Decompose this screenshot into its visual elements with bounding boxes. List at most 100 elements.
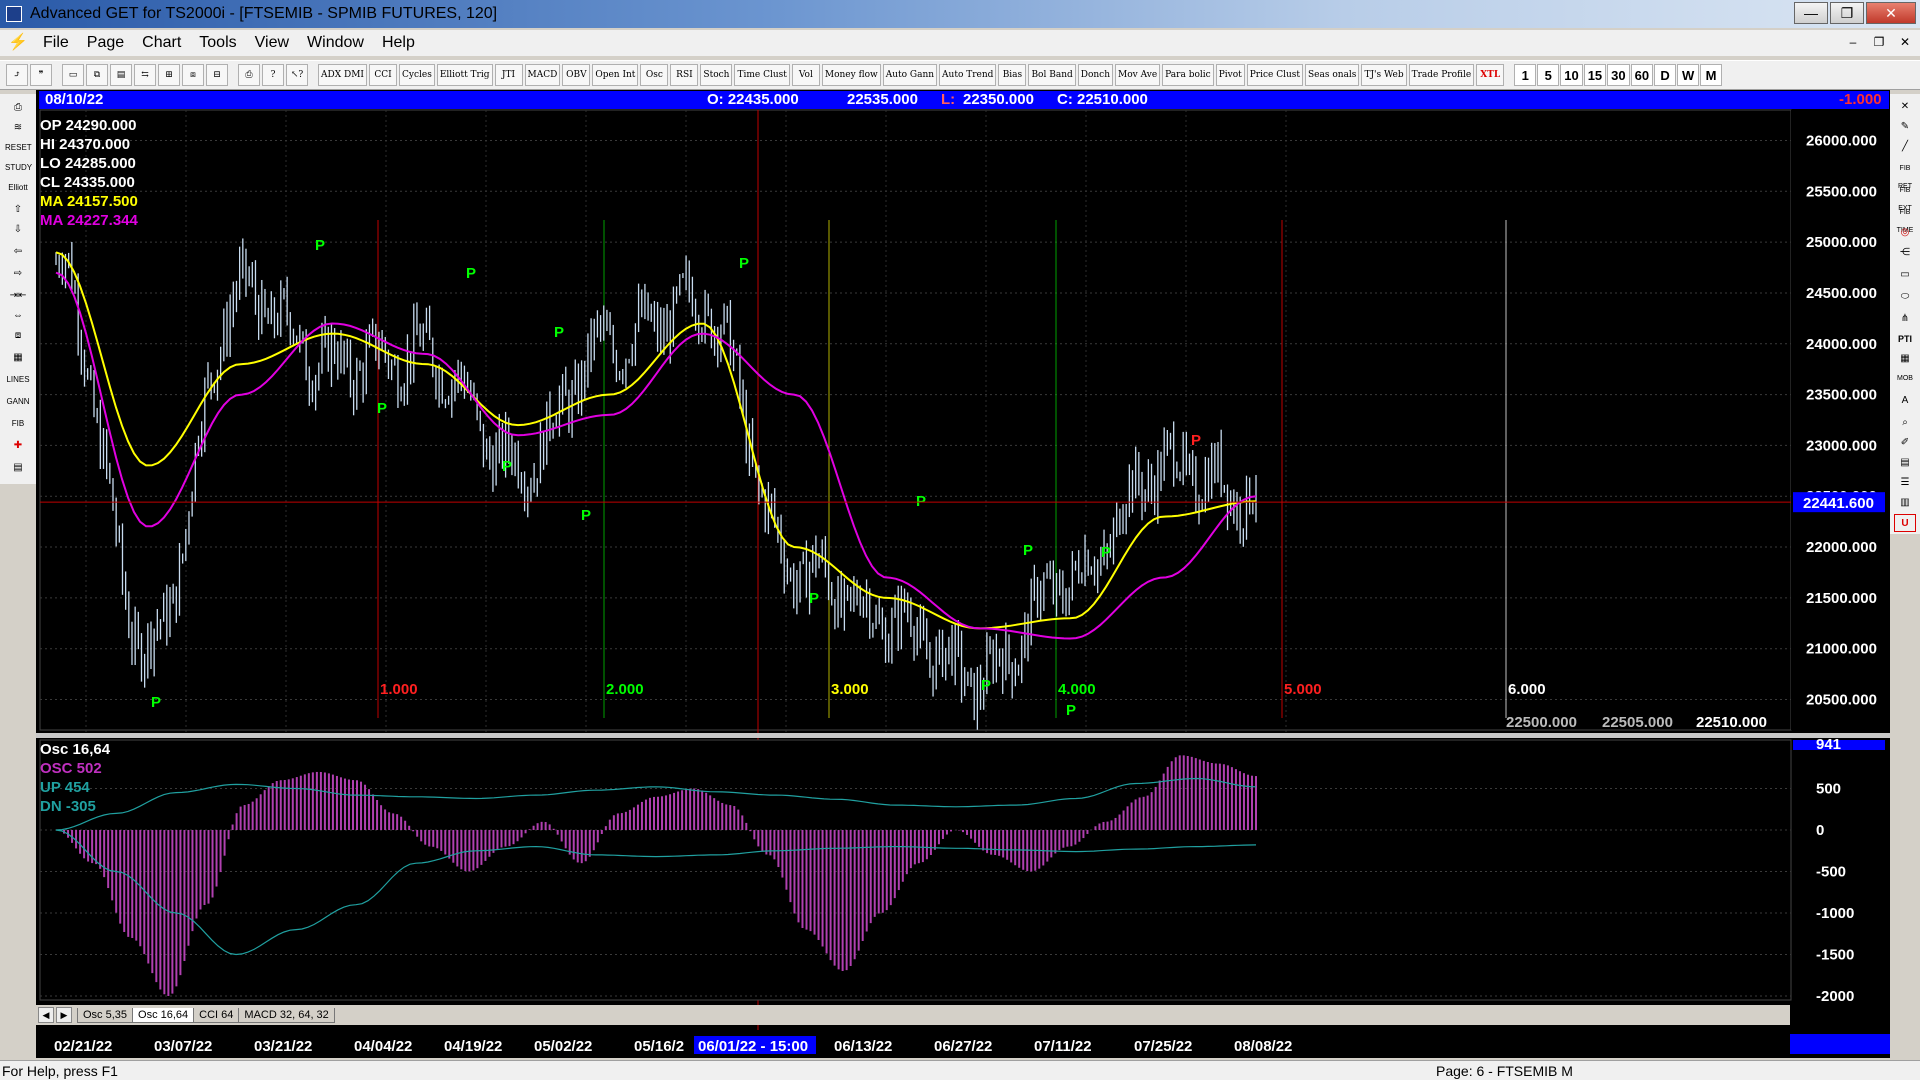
cursor-tool-icon[interactable]: ⤴ (6, 64, 28, 86)
indicator-button-cci[interactable]: CCI (368, 64, 397, 86)
channel-icon[interactable]: ▭ (1894, 266, 1916, 284)
text-icon[interactable]: A (1894, 392, 1916, 410)
fib-icon[interactable]: FIB (5, 414, 31, 434)
indicator-button-price-clust[interactable]: Price Clust (1246, 64, 1304, 86)
indicator-button-bol-band[interactable]: Bol Band (1028, 64, 1076, 86)
mob-icon[interactable]: MOB (1894, 370, 1916, 388)
crosshair-icon[interactable]: ✚ (5, 436, 31, 456)
menu-tools[interactable]: Tools (190, 34, 245, 52)
indicator-button-para-bolic[interactable]: Para bolic (1162, 64, 1214, 86)
tab-cci-64[interactable]: CCI 64 (193, 1007, 240, 1023)
arrow-up-icon[interactable]: ⇧ (5, 200, 31, 220)
interval-button-30[interactable]: 30 (1607, 64, 1630, 86)
indicator-button-jti[interactable]: JTI (494, 64, 523, 86)
indicator-button-time-clust[interactable]: Time Clust (734, 64, 790, 86)
elliott-icon[interactable]: Elliott (5, 178, 31, 198)
lines-icon[interactable]: LINES (5, 370, 31, 390)
indicator-button-seas-onals[interactable]: Seas onals (1305, 64, 1360, 86)
menu-help[interactable]: Help (373, 34, 424, 52)
mdi-restore-button[interactable]: ❐ (1870, 33, 1888, 51)
indicator-button-auto-gann[interactable]: Auto Gann (882, 64, 938, 86)
tab-macd[interactable]: MACD 32, 64, 32 (238, 1007, 335, 1023)
menu-chart[interactable]: Chart (133, 34, 190, 52)
fib-ext-icon[interactable]: FIB EXT (1894, 182, 1916, 212)
indicator-button-osc[interactable]: Osc (640, 64, 669, 86)
chart-window[interactable]: 26000.000 25500.000 25000.000 24500.000 2400… (36, 90, 1890, 1058)
paint-icon[interactable]: ✐ (1894, 434, 1916, 452)
mdi-minimize-button[interactable]: – (1844, 33, 1862, 51)
help-bulb-icon[interactable]: ? (262, 64, 284, 86)
tile-icon[interactable]: ⊞ (158, 64, 180, 86)
tab-scroll-left-icon[interactable]: ◀ (38, 1007, 54, 1023)
fib-time-icon[interactable]: FIB TIME (1894, 204, 1916, 234)
menu-window[interactable]: Window (298, 34, 373, 52)
tab-osc-16-64[interactable]: Osc 16,64 (132, 1007, 195, 1023)
indicator-button-cycles[interactable]: Cycles (398, 64, 435, 86)
copy-page-icon[interactable]: ⧉ (86, 64, 108, 86)
interval-button-d[interactable]: D (1654, 64, 1677, 86)
grid-small-icon[interactable]: ▤ (1894, 454, 1916, 472)
indicator-button-mov-ave[interactable]: Mov Ave (1115, 64, 1161, 86)
document-icon[interactable]: ⚡ (8, 33, 28, 53)
indicator-button-obv[interactable]: OBV (562, 64, 591, 86)
indicator-button-donch[interactable]: Donch (1077, 64, 1114, 86)
arrange-icon[interactable]: ⇆ (134, 64, 156, 86)
pencil-icon[interactable]: ✎ (1894, 118, 1916, 136)
gann-icon[interactable]: GANN (5, 392, 31, 412)
indicator-button-pivot[interactable]: Pivot (1215, 64, 1245, 86)
menu-view[interactable]: View (246, 34, 298, 52)
open-icon[interactable]: ▤ (110, 64, 132, 86)
indicator-button-adx-dmi[interactable]: ADX DMI (318, 64, 367, 86)
indicator-button-macd[interactable]: MACD (524, 64, 561, 86)
undo-icon[interactable]: U (1894, 514, 1916, 532)
new-page-icon[interactable]: ▭ (62, 64, 84, 86)
quote-tool-icon[interactable]: ❞ (30, 64, 52, 86)
study-icon[interactable]: STUDY (5, 158, 32, 178)
interval-button-15[interactable]: 15 (1583, 64, 1607, 86)
indicator-button-vol[interactable]: Vol (791, 64, 820, 86)
print-chart-icon[interactable]: ⎙ (5, 98, 31, 118)
interval-button-m[interactable]: M (1700, 64, 1723, 86)
trendline-icon[interactable]: ╱ (1894, 138, 1916, 156)
chart-canvas[interactable]: 26000.000 25500.000 25000.000 24500.000 2400… (36, 90, 1890, 1058)
tab-osc-5-35[interactable]: Osc 5,35 (77, 1007, 134, 1023)
arrow-left-icon[interactable]: ⇦ (5, 242, 31, 262)
spiral-icon[interactable]: ◎ (1894, 224, 1916, 242)
indicator-button-stoch[interactable]: Stoch (700, 64, 733, 86)
layout-icon[interactable]: ⊟ (206, 64, 228, 86)
indicator-button-money-flow[interactable]: Money flow (821, 64, 881, 86)
pane-splitter[interactable] (36, 733, 1890, 738)
pti-icon[interactable]: PTI (1894, 330, 1916, 348)
magnify-icon[interactable]: ⌕ (1894, 414, 1916, 432)
interval-button-60[interactable]: 60 (1630, 64, 1654, 86)
print-icon[interactable]: ⎙ (238, 64, 260, 86)
pitchfork-icon[interactable]: ⋔ (1894, 310, 1916, 328)
table-icon[interactable]: ▦ (1894, 350, 1916, 368)
minimize-button[interactable]: — (1794, 2, 1828, 24)
context-help-icon[interactable]: ↖? (286, 64, 308, 86)
indicator-button-elliott-trig[interactable]: Elliott Trig (436, 64, 493, 86)
grid-icon[interactable]: ▦ (5, 348, 31, 368)
indicator-button-rsi[interactable]: RSI (670, 64, 699, 86)
indicator-button-xtl[interactable]: XTL (1476, 64, 1505, 86)
delete-icon[interactable]: ✕ (1894, 98, 1916, 116)
tab-scroll-right-icon[interactable]: ▶ (56, 1007, 72, 1023)
maximize-button[interactable]: ❐ (1830, 2, 1864, 24)
book-icon[interactable]: ▥ (1894, 494, 1916, 512)
arrow-right-icon[interactable]: ⇨ (5, 264, 31, 284)
arrow-down-icon[interactable]: ⇩ (5, 220, 31, 240)
interval-button-w[interactable]: W (1677, 64, 1700, 86)
interval-button-10[interactable]: 10 (1560, 64, 1583, 86)
menu-file[interactable]: File (34, 34, 78, 52)
fan-icon[interactable]: ⋲ (1894, 244, 1916, 262)
expand-icon[interactable]: ⇔ (5, 306, 31, 326)
indicator-button-auto-trend[interactable]: Auto Trend (939, 64, 997, 86)
indicator-button-open-int[interactable]: Open Int (592, 64, 639, 86)
indicator-button-tj-s-web[interactable]: TJ's Web (1361, 64, 1407, 86)
zoom-icon[interactable]: ⧈ (5, 326, 31, 346)
reset-icon[interactable]: RESET (5, 138, 32, 158)
compress-icon[interactable]: ⇥⇤ (5, 286, 31, 306)
cascade-icon[interactable]: ⧈ (182, 64, 204, 86)
fib-ret-icon[interactable]: FIB RET (1894, 160, 1916, 190)
waves-icon[interactable]: ≋ (5, 118, 31, 138)
